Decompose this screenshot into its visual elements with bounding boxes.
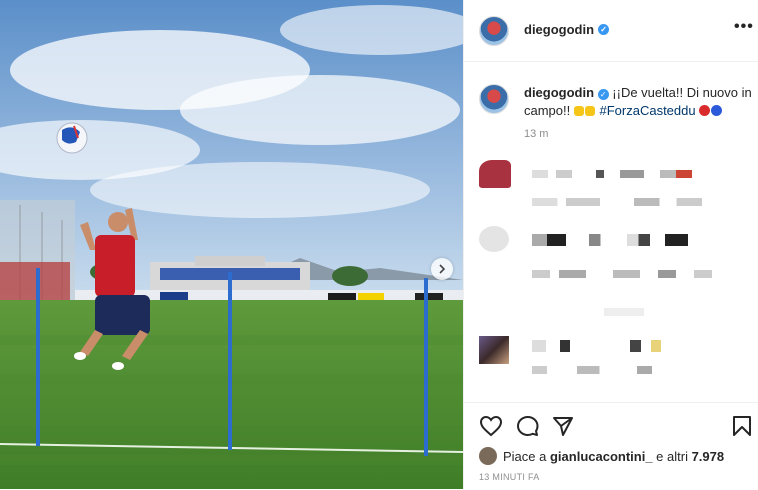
blurred-avatar [479, 226, 509, 252]
paper-plane-icon[interactable] [552, 415, 574, 437]
blurred-comment [604, 308, 644, 316]
blurred-comment [532, 198, 702, 206]
avatar[interactable] [479, 16, 509, 46]
blue-circle-icon [711, 105, 723, 116]
comment-icon[interactable] [516, 415, 539, 437]
chevron-right-icon [439, 264, 446, 274]
caption-avatar[interactable] [479, 84, 509, 114]
post-header: diegogodin ✓ ••• [464, 0, 758, 62]
likes-middle: e altri [652, 448, 692, 464]
caption-username[interactable]: diegogodin [524, 85, 594, 100]
username-label[interactable]: diegogodin [524, 22, 594, 37]
post-side-panel: diegogodin ✓ ••• diegogodin ✓ ¡¡De vuelt… [463, 0, 758, 489]
blurred-comment [532, 270, 712, 278]
blurred-avatar [479, 160, 511, 188]
likes-prefix: Piace a [503, 448, 550, 464]
likes-summary: Piace a gianlucacontini_ e altri 7.978 [479, 447, 724, 465]
post-photo[interactable] [0, 0, 463, 489]
post-actions: Piace a gianlucacontini_ e altri 7.978 1… [464, 402, 758, 490]
header-username[interactable]: diegogodin ✓ [524, 22, 610, 37]
caption-text: diegogodin ✓ ¡¡De vuelta!! Di nuovo in c… [524, 84, 754, 120]
next-image-button[interactable] [431, 258, 453, 280]
verified-badge-icon: ✓ [597, 89, 609, 100]
caption-time: 13 m [524, 128, 549, 140]
blurred-comment [532, 366, 682, 374]
more-options-icon[interactable]: ••• [734, 18, 754, 36]
liker-avatar[interactable] [479, 447, 497, 465]
bookmark-icon[interactable] [732, 415, 752, 437]
flexed-biceps-icon [573, 106, 584, 116]
blurred-avatar [479, 336, 509, 364]
liker-username[interactable]: gianlucacontini_ [550, 449, 653, 464]
heart-icon[interactable] [479, 415, 503, 437]
blurred-comment [532, 170, 692, 178]
hashtag-link[interactable]: #ForzaCasteddu [599, 103, 695, 118]
likes-count[interactable]: 7.978 [692, 449, 725, 464]
red-circle-icon [699, 105, 711, 116]
photo-scene [0, 0, 463, 489]
post-timestamp[interactable]: 13 MINUTI FA [479, 472, 540, 482]
blurred-comment [532, 340, 672, 352]
verified-badge-icon: ✓ [598, 24, 610, 35]
blurred-comment [532, 234, 722, 246]
flexed-biceps-icon [584, 106, 595, 116]
